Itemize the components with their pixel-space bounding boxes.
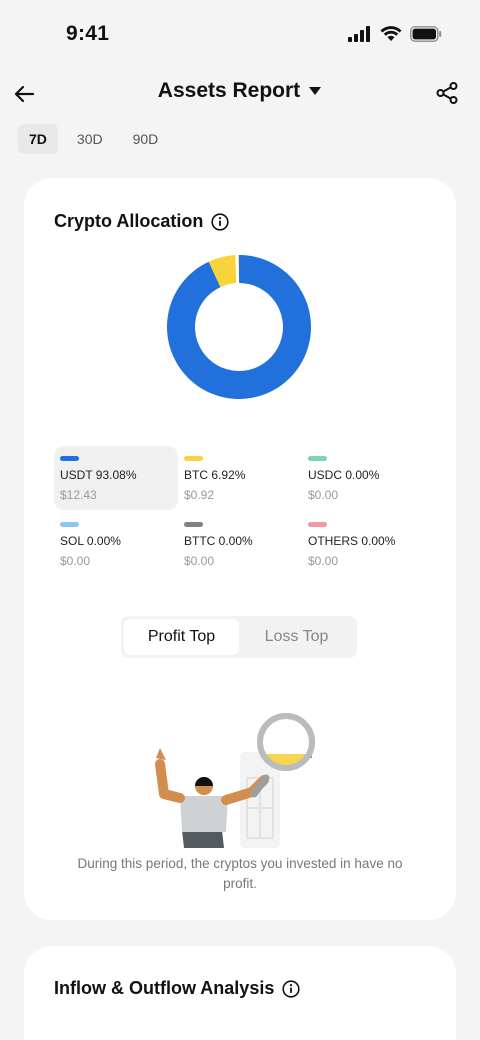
report-selector[interactable]: Assets Report	[0, 79, 480, 103]
share-button[interactable]	[434, 80, 460, 106]
legend-item-sol[interactable]: SOL 0.00% $0.00	[54, 512, 178, 576]
legend-label: USDC 0.00%	[308, 468, 380, 482]
legend-swatch	[308, 456, 327, 461]
no-profit-message: During this period, the cryptos you inve…	[77, 856, 403, 891]
allocation-title-row: Crypto Allocation	[54, 211, 229, 232]
loss-top-tab[interactable]: Loss Top	[239, 619, 354, 655]
wifi-icon	[380, 26, 402, 41]
allocation-title: Crypto Allocation	[54, 211, 204, 231]
legend-swatch	[60, 522, 79, 527]
status-icons	[348, 26, 442, 42]
allocation-donut-chart	[166, 253, 311, 399]
flow-title-row: Inflow & Outflow Analysis	[54, 978, 300, 999]
header: Assets Report	[0, 72, 480, 116]
status-time: 9:41	[66, 22, 110, 45]
legend-amount: $0.00	[308, 488, 339, 502]
legend-item-usdc[interactable]: USDC 0.00% $0.00	[302, 446, 426, 510]
tab-30d[interactable]: 30D	[66, 124, 114, 154]
magnifier-person-illustration	[155, 713, 315, 848]
legend-swatch	[184, 456, 203, 461]
battery-icon	[410, 26, 442, 42]
legend-label: SOL 0.00%	[60, 534, 121, 548]
legend-label: BTTC 0.00%	[184, 534, 253, 548]
legend-amount: $0.92	[184, 488, 215, 502]
donut-gap	[235, 253, 240, 285]
info-icon[interactable]	[282, 979, 300, 998]
legend-item-bttc[interactable]: BTTC 0.00% $0.00	[178, 512, 302, 576]
share-icon	[436, 82, 458, 104]
legend-label: USDT 93.08%	[60, 468, 137, 482]
legend-amount: $12.43	[60, 488, 97, 502]
tab-7d[interactable]: 7D	[18, 124, 58, 154]
legend-item-others[interactable]: OTHERS 0.00% $0.00	[302, 512, 426, 576]
legend-amount: $0.00	[308, 554, 339, 568]
legend-amount: $0.00	[184, 554, 215, 568]
legend-item-btc[interactable]: BTC 6.92% $0.92	[178, 446, 302, 510]
legend-swatch	[308, 522, 327, 527]
legend-label: BTC 6.92%	[184, 468, 246, 482]
page-title: Assets Report	[157, 79, 301, 102]
legend-swatch	[184, 522, 203, 527]
info-icon[interactable]	[211, 212, 229, 231]
legend-label: OTHERS 0.00%	[308, 534, 396, 548]
legend-swatch	[60, 456, 79, 461]
flow-title: Inflow & Outflow Analysis	[54, 978, 275, 998]
legend-item-usdt[interactable]: USDT 93.08% $12.43	[54, 446, 178, 510]
status-bar: 9:41	[0, 0, 480, 72]
profit-loss-toggle: Profit Top Loss Top	[121, 616, 357, 658]
caret-down-icon	[309, 87, 322, 95]
tab-90d[interactable]: 90D	[122, 124, 170, 154]
period-tabs: 7D 30D 90D	[18, 124, 169, 154]
signal-icon	[348, 26, 370, 42]
inflow-outflow-card: Inflow & Outflow Analysis	[24, 946, 456, 1040]
crypto-allocation-card: Crypto Allocation USDT 93.08% $12.43 BTC…	[24, 178, 456, 920]
legend-amount: $0.00	[60, 554, 91, 568]
profit-top-tab[interactable]: Profit Top	[124, 619, 239, 655]
